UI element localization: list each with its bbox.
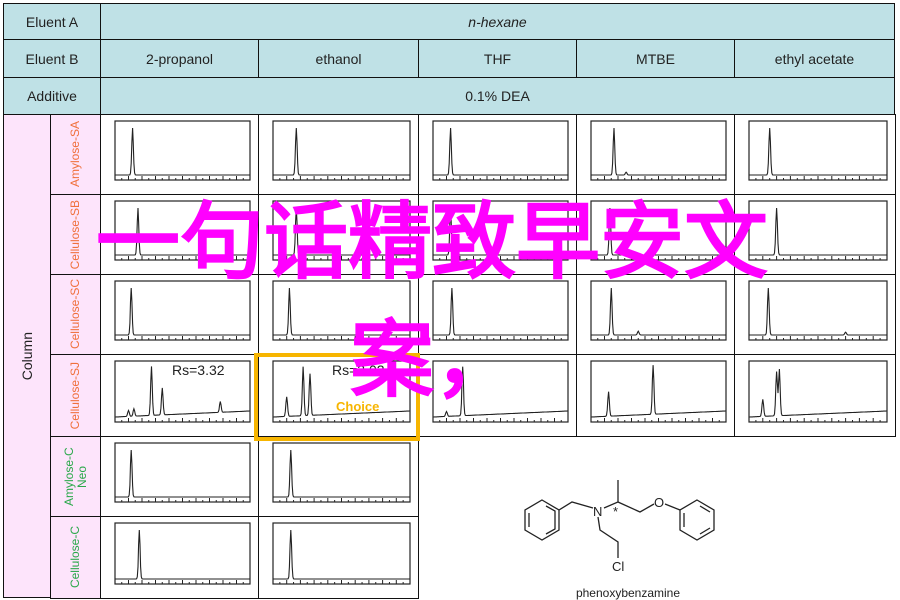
chromatogram: [114, 442, 251, 503]
chromatogram-cell: [100, 436, 259, 517]
chromatogram-cell: [418, 114, 577, 195]
column-name-cell: Cellulose-SB: [50, 194, 101, 275]
plot-frame: [114, 522, 251, 585]
chromatogram-cell: [576, 354, 735, 437]
chromatogram: [114, 522, 251, 585]
column-name-cell: Cellulose-SJ: [50, 354, 101, 437]
additive-label: Additive: [3, 77, 101, 115]
plot-frame: [590, 120, 727, 181]
atom-o: O: [654, 495, 664, 510]
column-name: Amylose-C Neo: [61, 447, 89, 506]
eluent-b-thf: THF: [418, 39, 577, 78]
column-name: Cellulose-SC: [68, 279, 82, 350]
chromatogram-cell: [734, 114, 896, 195]
rs-annotation-1: Rs=3.32: [172, 362, 225, 378]
chiral-star: *: [613, 504, 618, 519]
chromatogram: [272, 120, 411, 181]
chromatogram-cell: [258, 516, 419, 599]
plot-frame: [272, 442, 411, 503]
column-name: Cellulose-SB: [68, 199, 82, 270]
overlay-text-line2: 案，: [350, 311, 519, 409]
chromatogram-trace: [749, 207, 887, 256]
chromatogram: [748, 120, 888, 181]
eluent-b-ethyl-acetate: ethyl acetate: [734, 39, 895, 78]
column-name-cell: Amylose-C Neo: [50, 436, 101, 517]
chromatogram-trace: [591, 127, 726, 176]
chromatogram-trace: [273, 449, 410, 498]
eluent-b-ethanol: ethanol: [258, 39, 419, 78]
chromatogram-trace: [115, 127, 250, 176]
chromatogram-cell: [100, 516, 259, 599]
plot-frame: [114, 120, 251, 181]
chromatogram: [114, 120, 251, 181]
eluent-b-2-propanol: 2-propanol: [100, 39, 259, 78]
atom-n: N: [593, 504, 602, 519]
benzene-ring-left: [524, 499, 560, 541]
plot-frame: [590, 360, 727, 423]
chromatogram-trace: [749, 287, 887, 336]
column-name: Amylose-SA: [68, 121, 82, 188]
plot-frame: [748, 200, 888, 261]
chromatogram: [590, 120, 727, 181]
eluent-a-value: n-hexane: [100, 3, 895, 40]
column-name-cell: Cellulose-SC: [50, 274, 101, 355]
chromatogram-trace: [749, 127, 887, 176]
chromatogram-cell: [258, 114, 419, 195]
chromatogram-cell: [100, 114, 259, 195]
eluent-a-label: Eluent A: [3, 3, 101, 40]
column-name-cell: Amylose-SA: [50, 114, 101, 195]
chromatogram-trace: [115, 449, 250, 498]
plot-frame: [272, 522, 411, 585]
plot-frame: [272, 120, 411, 181]
chromatogram-trace: [115, 287, 250, 336]
chromatogram: [590, 360, 727, 423]
chromatogram-trace: [433, 127, 568, 176]
column-name: Cellulose-C: [68, 526, 82, 589]
benzene-ring-right: [679, 499, 715, 541]
chromatogram: [748, 360, 888, 423]
chromatogram: [272, 442, 411, 503]
column-name: Cellulose-SJ: [68, 361, 82, 430]
chromatogram-cell: [576, 114, 735, 195]
eluent-b-label: Eluent B: [3, 39, 101, 78]
additive-value: 0.1% DEA: [100, 77, 895, 115]
chromatogram-trace: [273, 127, 410, 176]
column-label: Column: [18, 331, 35, 381]
chromatogram-trace: [273, 529, 410, 580]
plot-frame: [748, 360, 888, 423]
chromatogram-trace: [749, 368, 887, 418]
chromatogram-cell: [734, 354, 896, 437]
plot-frame: [432, 120, 569, 181]
chromatogram-cell: [258, 436, 419, 517]
eluent-b-mtbe: MTBE: [576, 39, 735, 78]
chromatogram: [432, 120, 569, 181]
molecule-name: phenoxybenzamine: [576, 586, 680, 600]
chromatogram-trace: [115, 529, 250, 580]
chromatogram: [272, 522, 411, 585]
plot-frame: [114, 442, 251, 503]
column-name-cell: Cellulose-C: [50, 516, 101, 599]
phenoxybenzamine-structure: N O Cl * phenoxybenzamine: [524, 480, 715, 600]
column-label-cell: Column: [3, 114, 51, 598]
chromatogram-trace: [591, 287, 726, 336]
chromatogram-trace: [591, 365, 726, 418]
atom-cl: Cl: [612, 559, 624, 574]
overlay-text-line1: 一句话精致早安文: [96, 193, 769, 291]
